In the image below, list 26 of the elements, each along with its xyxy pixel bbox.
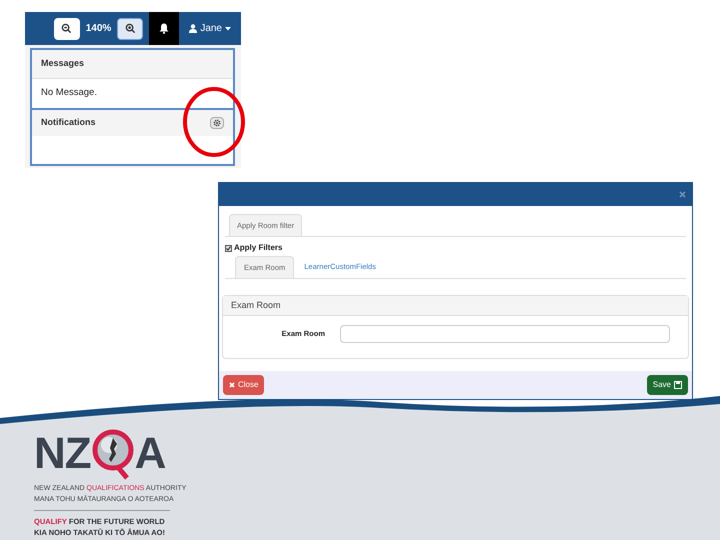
globe-icon [90, 428, 135, 480]
logo-letters: A [134, 432, 166, 476]
zoom-out-icon [61, 23, 72, 34]
zoom-out-button[interactable] [54, 18, 80, 40]
zoom-in-icon [124, 23, 136, 34]
settings-button[interactable] [210, 117, 224, 129]
close-button[interactable]: Close [223, 375, 264, 395]
caret-icon [225, 26, 231, 30]
settings-icon [213, 119, 221, 127]
apply-filters-label: Apply Filters [234, 242, 282, 254]
section-title: Notifications [41, 116, 96, 130]
logo-letters: NZ [34, 432, 91, 476]
bell-icon [159, 23, 170, 34]
empty-message: No Message. [41, 86, 97, 100]
highlight-circle [182, 86, 246, 158]
zoom-level: 140% [86, 22, 112, 36]
close-icon [229, 382, 235, 388]
zoom-in-button[interactable] [117, 18, 144, 40]
apply-filters-checkbox[interactable] [225, 244, 232, 252]
notifications-button[interactable] [149, 12, 180, 45]
exam-room-input[interactable] [340, 325, 670, 343]
user-menu-button[interactable]: Jane [185, 21, 235, 36]
user-icon [189, 24, 198, 33]
section-title: Messages [41, 57, 84, 70]
save-button[interactable]: Save [646, 375, 688, 395]
panel-title: Exam Room [231, 298, 281, 312]
